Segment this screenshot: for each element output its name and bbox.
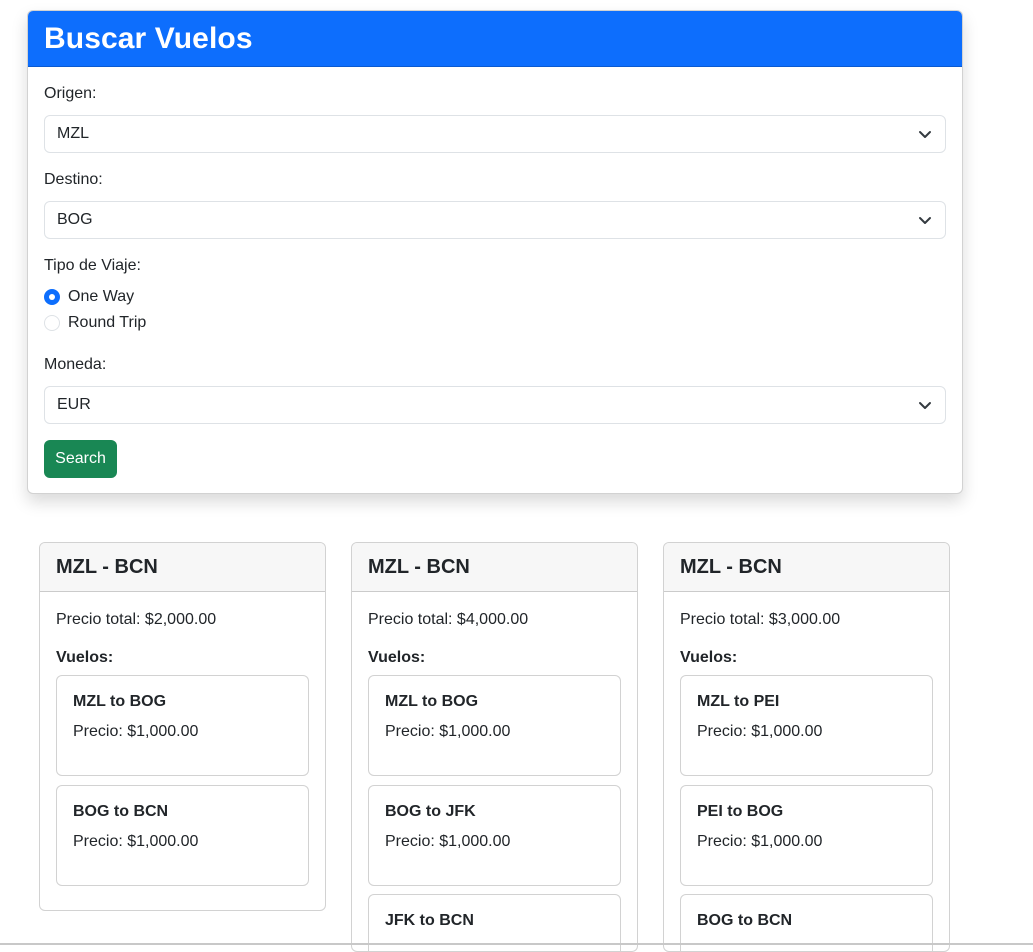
currency-value: EUR xyxy=(57,396,91,413)
result-route: MZL - BCN xyxy=(56,555,158,578)
search-header: Buscar Vuelos xyxy=(28,11,962,67)
flight-leg-price: Precio: $1,000.00 xyxy=(697,723,823,740)
flight-leg: MZL to PEI Precio: $1,000.00 xyxy=(680,675,933,776)
radio-one-way-label: One Way xyxy=(68,288,135,305)
currency-label: Moneda: xyxy=(44,356,107,373)
result-route: MZL - BCN xyxy=(368,555,470,578)
chevron-down-icon xyxy=(919,217,931,224)
flight-leg-price: Precio: $1,000.00 xyxy=(73,833,199,850)
flight-leg-price: Precio: $1,000.00 xyxy=(73,723,199,740)
flight-leg-title: MZL to BOG xyxy=(73,693,167,710)
destination-select[interactable]: BOG xyxy=(44,201,946,239)
flight-leg-title: PEI to BOG xyxy=(697,803,784,820)
flights-label: Vuelos: xyxy=(56,649,114,666)
radio-round-trip-input[interactable] xyxy=(44,315,60,331)
trip-type-label: Tipo de Viaje: xyxy=(44,257,141,274)
flight-leg-title: MZL to PEI xyxy=(697,693,780,710)
result-header: MZL - BCN xyxy=(664,543,949,592)
flight-leg: BOG to JFK Precio: $1,000.00 xyxy=(368,785,621,886)
search-button[interactable]: Search xyxy=(44,440,117,478)
result-card: MZL - BCN Precio total: $4,000.00 Vuelos… xyxy=(351,542,638,952)
destination-value: BOG xyxy=(57,211,93,228)
flight-leg-title: BOG to BCN xyxy=(73,803,169,820)
total-price: Precio total: $2,000.00 xyxy=(56,611,217,628)
flight-leg-title: BOG to JFK xyxy=(385,803,476,820)
radio-one-way-input[interactable] xyxy=(44,289,60,305)
flights-label: Vuelos: xyxy=(680,649,738,666)
flight-leg-price: Precio: $1,000.00 xyxy=(697,833,823,850)
chevron-down-icon xyxy=(919,402,931,409)
flight-leg-title: MZL to BOG xyxy=(385,693,479,710)
destination-label: Destino: xyxy=(44,171,103,188)
result-card: MZL - BCN Precio total: $3,000.00 Vuelos… xyxy=(663,542,950,952)
total-price: Precio total: $3,000.00 xyxy=(680,611,841,628)
radio-round-trip-label: Round Trip xyxy=(68,314,147,331)
flight-leg: PEI to BOG Precio: $1,000.00 xyxy=(680,785,933,886)
origin-label: Origen: xyxy=(44,85,97,102)
search-card: Buscar Vuelos Origen: MZL Destino: BOG T… xyxy=(27,10,963,494)
result-header: MZL - BCN xyxy=(352,543,637,592)
total-price: Precio total: $4,000.00 xyxy=(368,611,529,628)
radio-one-way[interactable]: One Way xyxy=(44,288,134,306)
radio-round-trip[interactable]: Round Trip xyxy=(44,314,146,332)
page-title: Buscar Vuelos xyxy=(44,21,253,55)
chevron-down-icon xyxy=(919,131,931,138)
origin-value: MZL xyxy=(57,125,89,142)
flight-leg: BOG to BCN Precio: $1,000.00 xyxy=(56,785,309,886)
result-route: MZL - BCN xyxy=(680,555,782,578)
flight-leg-price: Precio: $1,000.00 xyxy=(385,833,511,850)
result-card: MZL - BCN Precio total: $2,000.00 Vuelos… xyxy=(39,542,326,911)
flight-leg: MZL to BOG Precio: $1,000.00 xyxy=(368,675,621,776)
result-header: MZL - BCN xyxy=(40,543,325,592)
origin-select[interactable]: MZL xyxy=(44,115,946,153)
currency-select[interactable]: EUR xyxy=(44,386,946,424)
flight-leg: MZL to BOG Precio: $1,000.00 xyxy=(56,675,309,776)
flight-leg-title: BOG to BCN xyxy=(697,912,793,929)
flights-label: Vuelos: xyxy=(368,649,426,666)
flight-leg-price: Precio: $1,000.00 xyxy=(385,723,511,740)
flight-leg-title: JFK to BCN xyxy=(385,912,474,929)
